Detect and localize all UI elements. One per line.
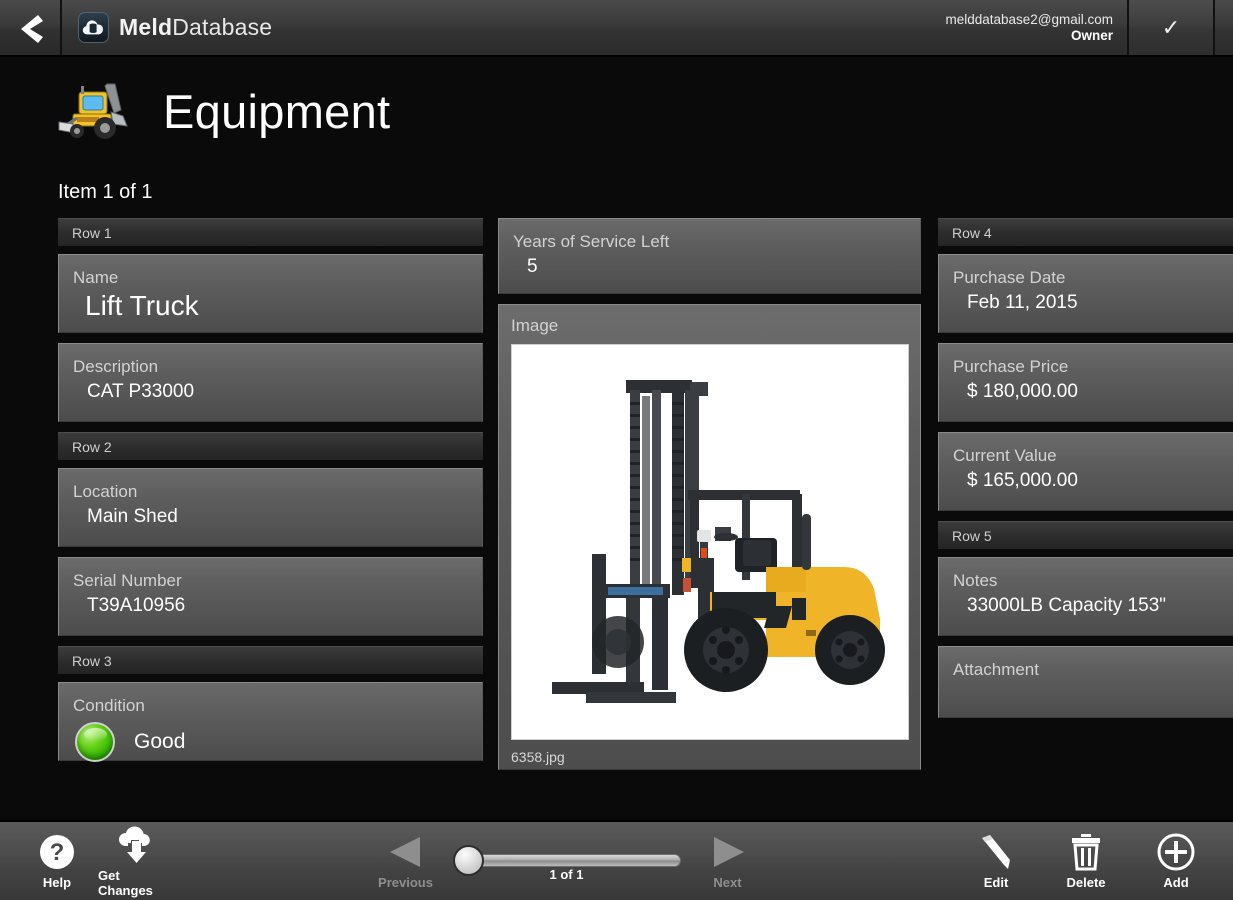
status-indicator-icon (75, 722, 115, 763)
record-slider[interactable]: 1 of 1 (452, 841, 681, 882)
next-button[interactable]: Next (689, 832, 767, 890)
help-button[interactable]: ? Help (18, 832, 96, 890)
field-serial-number[interactable]: Serial Number T39A10956 (58, 557, 483, 636)
previous-button[interactable]: Previous (367, 832, 445, 890)
field-value: CAT P33000 (87, 381, 195, 403)
field-label: Current Value (953, 446, 1057, 465)
app-window: MeldDatabase melddatabase2@gmail.com Own… (0, 0, 1233, 900)
column-left: Row 1 Name Lift Truck Description CAT P3… (58, 218, 483, 771)
forklift-photo (530, 362, 890, 723)
triangle-right-icon (708, 832, 748, 872)
field-image[interactable]: Image 6358.jpg (498, 304, 921, 770)
toolbar-right-group: Edit Delete Add (957, 832, 1233, 890)
condition-row: Good (73, 722, 468, 763)
page-title: Equipment (163, 84, 391, 138)
app-header: MeldDatabase melddatabase2@gmail.com Own… (0, 0, 1233, 57)
add-button[interactable]: Add (1137, 832, 1215, 890)
field-purchase-price[interactable]: Purchase Price $ 180,000.00 (938, 343, 1233, 422)
svg-text:?: ? (50, 839, 65, 866)
back-button[interactable] (0, 0, 62, 55)
brand: MeldDatabase (62, 0, 272, 55)
field-label: Condition (73, 696, 145, 715)
next-label: Next (713, 875, 742, 890)
row-header: Row 4 (938, 218, 1233, 246)
toolbar-nav-group: Previous 1 of 1 Next (176, 832, 957, 890)
get-changes-label: Get Changes (98, 867, 153, 898)
add-label: Add (1163, 875, 1189, 890)
bottom-toolbar: ? Help Get Changes Previous 1 of 1 Next … (0, 820, 1233, 900)
field-label: Attachment (953, 660, 1039, 679)
question-circle-icon: ? (38, 832, 76, 872)
field-condition[interactable]: Condition Good (58, 682, 483, 763)
field-years-of-service-left[interactable]: Years of Service Left 5 (498, 218, 921, 294)
field-name[interactable]: Name Lift Truck (58, 254, 483, 333)
image-preview[interactable] (511, 344, 909, 741)
field-description[interactable]: Description CAT P33000 (58, 343, 483, 422)
field-value: Main Shed (87, 506, 178, 528)
row-header: Row 2 (58, 432, 483, 460)
column-right: Row 4 Purchase Date Feb 11, 2015 Purchas… (938, 218, 1233, 728)
field-label: Image (511, 316, 559, 335)
triangle-left-icon (386, 832, 426, 872)
pencil-icon (979, 832, 1013, 872)
field-label: Serial Number (73, 571, 182, 590)
field-value: Lift Truck (85, 290, 199, 322)
field-value: T39A10956 (87, 595, 186, 617)
row-header: Row 3 (58, 646, 483, 674)
account-email: melddatabase2@gmail.com (945, 11, 1113, 27)
row-header: Row 5 (938, 521, 1233, 549)
field-label: Years of Service Left (513, 232, 670, 251)
field-value: 5 (527, 256, 538, 278)
edit-label: Edit (983, 875, 1009, 890)
check-icon: ✓ (1161, 14, 1181, 40)
account-info[interactable]: melddatabase2@gmail.com Owner (925, 0, 1129, 55)
previous-label: Previous (378, 875, 433, 890)
brand-title-light: Database (172, 14, 273, 40)
cloud-download-icon (115, 825, 159, 865)
field-value: Good (134, 730, 186, 754)
field-label: Description (73, 357, 159, 376)
slider-track[interactable] (452, 854, 681, 867)
plus-circle-icon (1156, 832, 1196, 872)
trash-icon (1070, 832, 1102, 872)
field-value: $ 165,000.00 (967, 470, 1078, 492)
field-current-value[interactable]: Current Value $ 165,000.00 (938, 432, 1233, 511)
header-spacer (272, 0, 925, 55)
help-label: Help (42, 875, 72, 890)
header-tail (1215, 0, 1233, 55)
toolbar-left-group: ? Help Get Changes (0, 825, 176, 898)
field-attachment[interactable]: Attachment (938, 646, 1233, 718)
cloud-database-icon (78, 12, 109, 43)
field-value: $ 180,000.00 (967, 381, 1078, 403)
get-changes-button[interactable]: Get Changes (98, 825, 176, 898)
slider-count-label: 1 of 1 (549, 867, 584, 882)
row-header: Row 1 (58, 218, 483, 246)
field-label: Purchase Price (953, 357, 1069, 376)
item-count-label: Item 1 of 1 (58, 181, 153, 203)
field-notes[interactable]: Notes 33000LB Capacity 153" (938, 557, 1233, 636)
account-role: Owner (1070, 27, 1113, 43)
edit-button[interactable]: Edit (957, 832, 1035, 890)
confirm-button[interactable]: ✓ (1129, 0, 1215, 55)
backhoe-loader-icon (57, 78, 149, 144)
page-title-row: Equipment (57, 78, 390, 144)
field-label: Name (73, 268, 119, 287)
field-label: Location (73, 482, 138, 501)
field-label: Purchase Date (953, 268, 1066, 287)
back-chevron-icon (17, 13, 43, 43)
field-value: Feb 11, 2015 (967, 292, 1078, 314)
delete-label: Delete (1066, 875, 1106, 890)
field-value: 33000LB Capacity 153" (967, 595, 1166, 617)
column-middle: Years of Service Left 5 Image 6358.jpg (498, 218, 921, 770)
field-label: Notes (953, 571, 998, 590)
image-filename: 6358.jpg (511, 749, 565, 766)
brand-title: MeldDatabase (119, 14, 272, 41)
brand-title-strong: Meld (119, 14, 173, 40)
delete-button[interactable]: Delete (1047, 832, 1125, 890)
record-detail: Row 1 Name Lift Truck Description CAT P3… (0, 218, 1233, 810)
field-location[interactable]: Location Main Shed (58, 468, 483, 547)
field-purchase-date[interactable]: Purchase Date Feb 11, 2015 (938, 254, 1233, 333)
